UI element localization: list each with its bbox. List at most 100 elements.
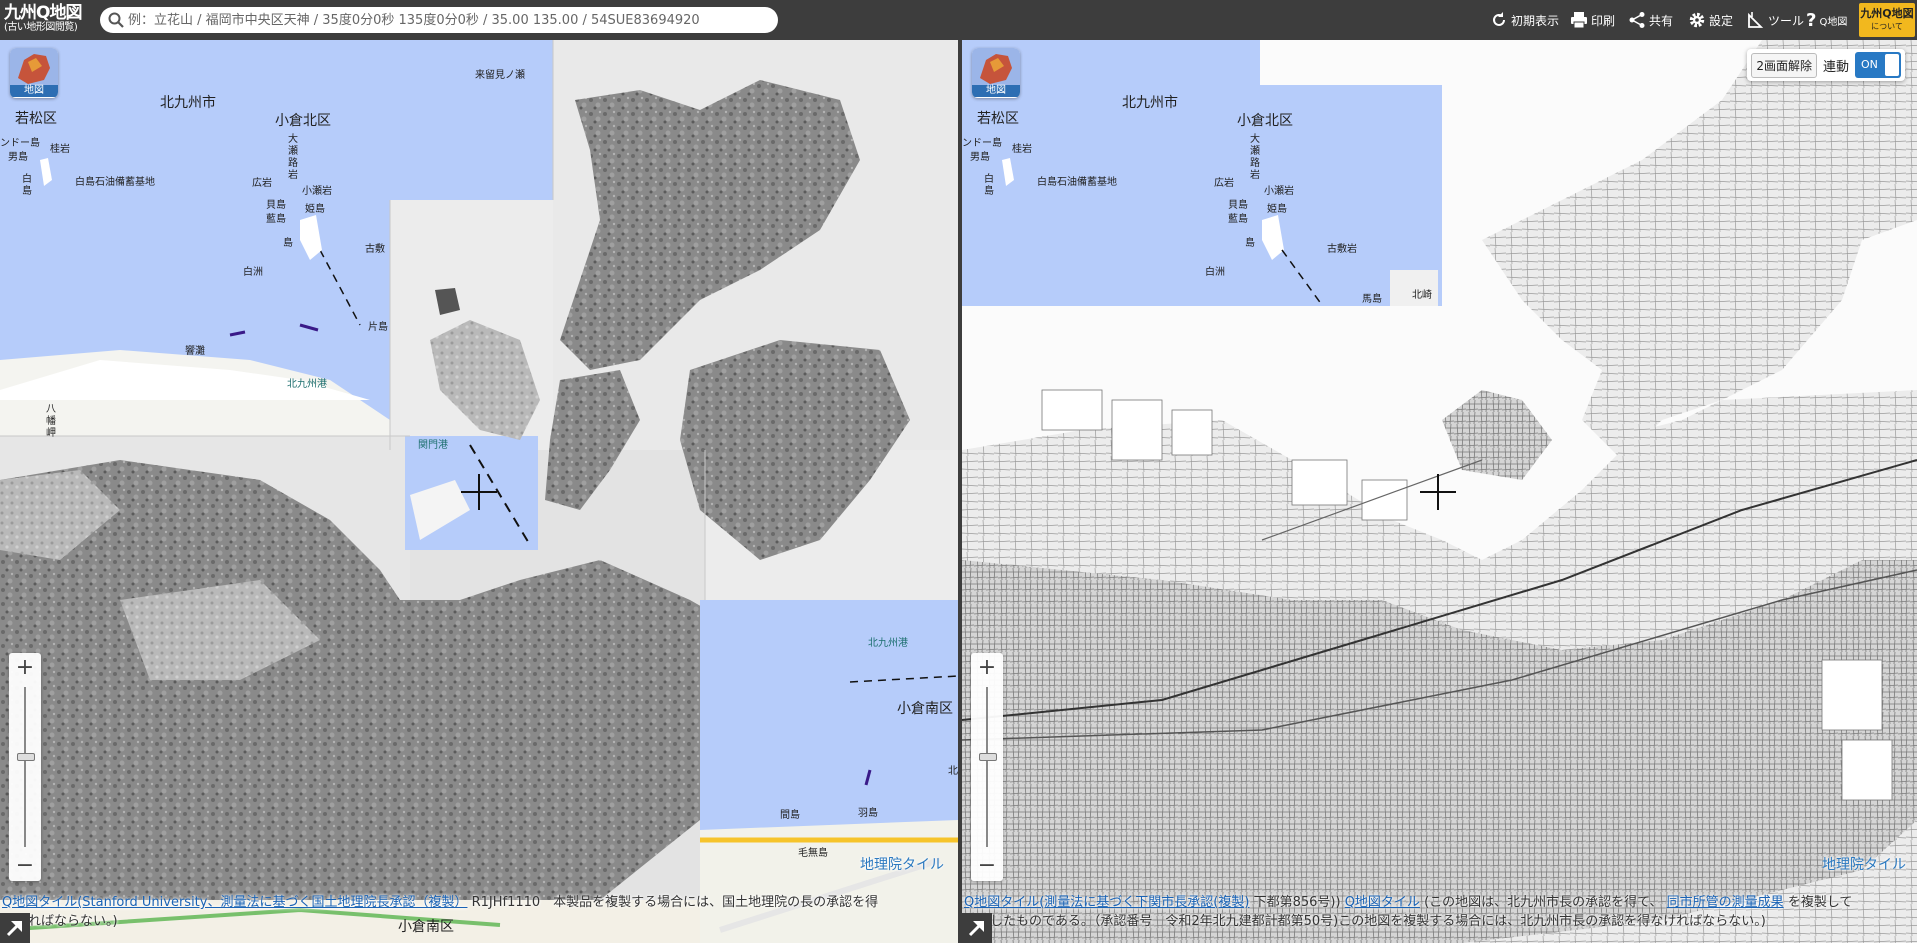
zoom-control[interactable]: + − bbox=[971, 653, 1003, 881]
zoom-slider-handle[interactable] bbox=[979, 753, 997, 761]
attribution-link[interactable]: 同市所管の測量成果 bbox=[1667, 895, 1784, 910]
place-label: 北 bbox=[948, 766, 958, 777]
settings-button[interactable]: 設定 bbox=[1688, 9, 1733, 31]
layer-select-button[interactable]: 地図 bbox=[10, 48, 58, 98]
gear-icon bbox=[1689, 12, 1705, 28]
zoom-slider-handle[interactable] bbox=[17, 753, 35, 761]
place-label: 北九州港 bbox=[287, 379, 327, 390]
map-thumbnail-icon bbox=[972, 48, 1020, 86]
about-button[interactable]: 九州Q地図 について bbox=[1859, 3, 1915, 37]
tools-button[interactable]: ツール bbox=[1747, 9, 1804, 31]
place-label: 小倉北区 bbox=[1237, 113, 1293, 129]
attribution-text: 作成したものである。（承認番号 令和2年北九建都計都第50号)この地図を複製する… bbox=[964, 914, 1766, 929]
place-label: 島 bbox=[283, 238, 293, 249]
sync-label: 連動 bbox=[1822, 59, 1849, 75]
attribution: Q地図タイル(測量法に基づく下関市長承認(複製) 下都第856号)) Q地図タイ… bbox=[962, 893, 1917, 931]
split-controls: 2画面解除 連動 ON bbox=[1747, 49, 1905, 81]
place-label: 小瀬岩 bbox=[1264, 186, 1294, 197]
place-label: 若松区 bbox=[15, 111, 57, 127]
zoom-out-button[interactable]: − bbox=[971, 853, 1003, 879]
layer-button-label: 地図 bbox=[10, 85, 58, 97]
sync-toggle-label: ON bbox=[1861, 58, 1878, 71]
place-label: ンドー島 bbox=[0, 138, 40, 149]
place-label: 古敷岩 bbox=[1327, 244, 1357, 255]
left-map[interactable]: 地図 北九州市 若松区 小倉北区 来留見ノ瀬 ンドー島 桂岩 男島 白 島 白島… bbox=[0, 40, 958, 943]
sync-toggle[interactable]: ON bbox=[1855, 52, 1901, 78]
gsi-tile-label: 地理院タイル bbox=[860, 857, 944, 873]
zoom-slider-track[interactable] bbox=[986, 687, 988, 847]
attribution-text: 下都第856号)) bbox=[1253, 895, 1341, 910]
place-label: 小倉南区 bbox=[897, 701, 953, 717]
question-icon: ? bbox=[1806, 9, 1817, 31]
arrow-northwest-icon bbox=[6, 921, 22, 937]
zoom-in-button[interactable]: + bbox=[9, 655, 41, 681]
toggle-knob bbox=[1885, 54, 1899, 76]
place-label: 北九州市 bbox=[160, 95, 216, 111]
attribution-text: R1JHf1110 本製品を複製する場合には、国土地理院の長の承認を得 bbox=[471, 895, 879, 910]
place-label: 関門港 bbox=[418, 440, 448, 451]
place-label: 片島 bbox=[368, 322, 388, 333]
zoom-out-button[interactable]: − bbox=[9, 853, 41, 879]
gsi-tile-label: 地理院タイル bbox=[1822, 857, 1906, 873]
right-map[interactable]: 地図 2画面解除 連動 ON 北九州市 若松区 小倉北区 ンドー島 桂岩 男島 … bbox=[962, 40, 1917, 943]
place-label: 貝島 bbox=[266, 200, 286, 211]
place-label: 姫島 bbox=[1267, 204, 1287, 215]
expand-button[interactable] bbox=[962, 913, 992, 943]
place-label: 広岩 bbox=[1214, 178, 1234, 189]
unsplit-button[interactable]: 2画面解除 bbox=[1751, 52, 1817, 78]
top-toolbar: 九州Q地図 (古い地形図閲覧) 初期表示 印刷 共有 bbox=[0, 0, 1917, 40]
expand-button[interactable] bbox=[0, 913, 30, 943]
place-label: 岩 bbox=[1250, 170, 1260, 181]
printer-icon bbox=[1571, 12, 1587, 29]
about-title: 九州Q地図 bbox=[1860, 7, 1914, 20]
place-label: 藍島 bbox=[1228, 214, 1248, 225]
zoom-control[interactable]: + − bbox=[9, 653, 41, 881]
layer-button-label: 地図 bbox=[972, 85, 1020, 97]
help-label: Q地図 bbox=[1819, 16, 1848, 28]
attribution-link[interactable]: Q地図タイル(測量法に基づく下関市長承認(複製) bbox=[964, 895, 1249, 910]
refresh-icon bbox=[1493, 12, 1505, 26]
attribution-link[interactable]: Q地図タイル bbox=[1345, 895, 1420, 910]
place-label: 貝島 bbox=[1228, 200, 1248, 211]
app-logo[interactable]: 九州Q地図 (古い地形図閲覧) bbox=[4, 4, 92, 36]
ruler-icon bbox=[1748, 12, 1764, 28]
place-label: 北九州市 bbox=[1122, 95, 1178, 111]
place-label: 羽島 bbox=[858, 808, 878, 819]
place-label: 白島石油備蓄基地 bbox=[1037, 177, 1117, 188]
place-label: 間島 bbox=[780, 810, 800, 821]
tools-label: ツール bbox=[1768, 13, 1805, 28]
about-subtitle: について bbox=[1871, 22, 1903, 31]
place-label: 毛無島 bbox=[798, 848, 828, 859]
print-label: 印刷 bbox=[1591, 13, 1616, 28]
place-label: ンドー島 bbox=[962, 138, 1002, 149]
zoom-slider-track[interactable] bbox=[24, 687, 26, 847]
zoom-in-button[interactable]: + bbox=[971, 655, 1003, 681]
settings-label: 設定 bbox=[1709, 13, 1734, 28]
place-label: 島 bbox=[984, 186, 994, 197]
place-label: 北九州港 bbox=[868, 638, 908, 649]
attribution-text: (この地図は、北九州市長の承認を得て、 bbox=[1424, 895, 1663, 910]
place-label: 姫島 bbox=[305, 204, 325, 215]
place-label: 小瀬岩 bbox=[302, 186, 332, 197]
print-button[interactable]: 印刷 bbox=[1570, 9, 1615, 31]
place-label: 岩 bbox=[288, 170, 298, 181]
search-box[interactable] bbox=[100, 7, 778, 33]
search-input[interactable] bbox=[126, 7, 770, 33]
attribution-link[interactable]: Q地図タイル(Stanford University、測量法に基づく国土地理院長… bbox=[2, 895, 467, 910]
help-button[interactable]: ? Q地図 bbox=[1806, 9, 1847, 31]
center-crosshair bbox=[1420, 474, 1456, 510]
place-label: 若松区 bbox=[977, 111, 1019, 127]
share-button[interactable]: 共有 bbox=[1628, 9, 1673, 31]
layer-select-button[interactable]: 地図 bbox=[972, 48, 1020, 98]
place-label: 北崎 bbox=[1412, 290, 1432, 301]
place-label: 馬島 bbox=[1362, 294, 1382, 305]
arrow-northwest-icon bbox=[968, 921, 984, 937]
place-label: 響灘 bbox=[185, 346, 205, 357]
place-label: 岬 bbox=[46, 428, 56, 439]
place-label: 広岩 bbox=[252, 178, 272, 189]
reset-button[interactable]: 初期表示 bbox=[1490, 9, 1559, 31]
place-label: 古敷 bbox=[365, 244, 385, 255]
app-subtitle: (古い地形図閲覧) bbox=[4, 22, 78, 33]
place-label: 藍島 bbox=[266, 214, 286, 225]
place-label: 島 bbox=[1245, 238, 1255, 249]
